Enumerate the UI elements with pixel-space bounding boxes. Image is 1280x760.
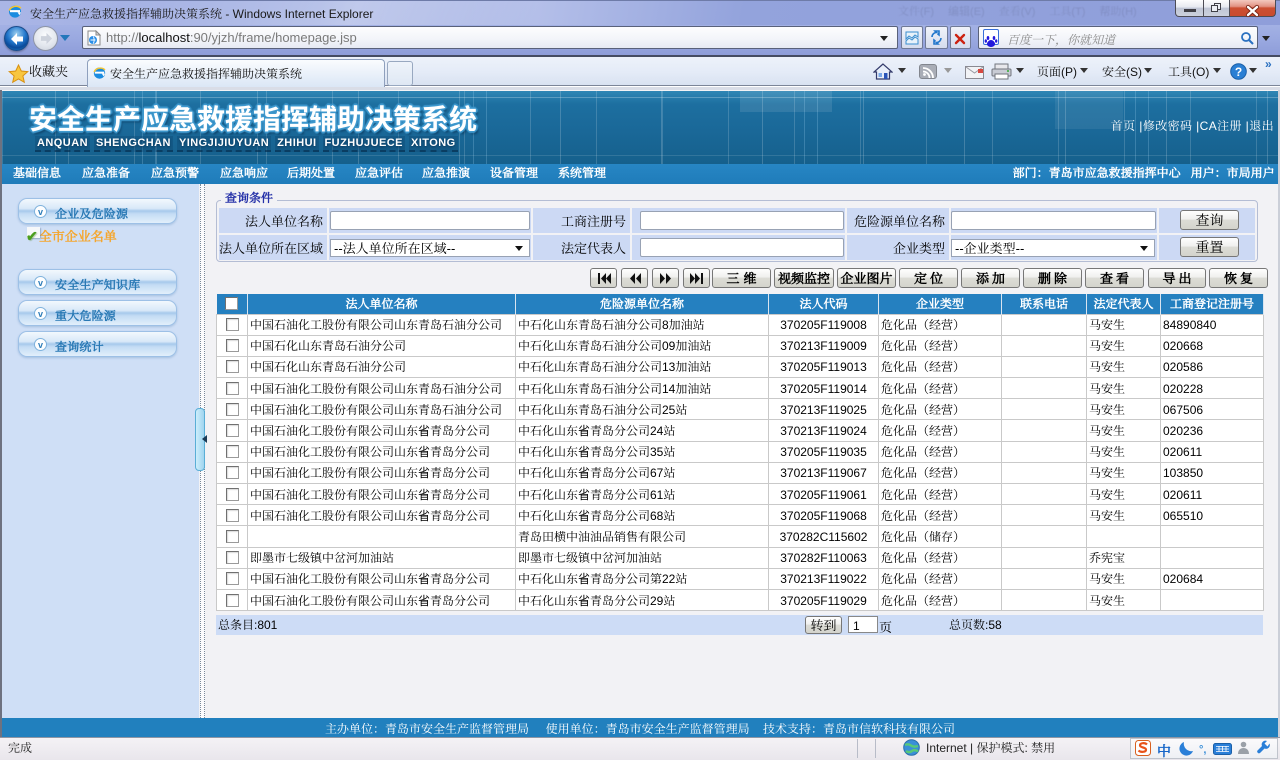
svg-text:?: ? [1235,65,1242,79]
